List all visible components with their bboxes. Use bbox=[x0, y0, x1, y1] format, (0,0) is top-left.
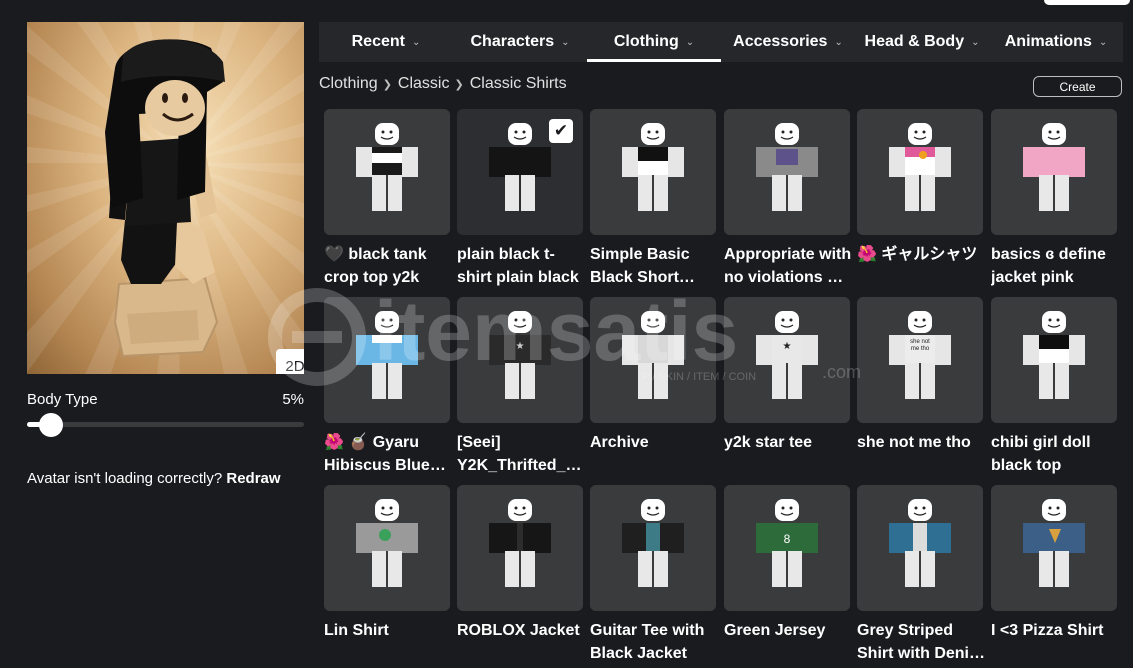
tab-label: Head & Body bbox=[864, 33, 965, 50]
svg-text:★: ★ bbox=[783, 341, 792, 352]
item-card[interactable]: 8 Green Jersey bbox=[724, 485, 850, 642]
tab-head-body[interactable]: Head & Body ⌄ bbox=[855, 22, 989, 62]
chevron-down-icon: ⌄ bbox=[1098, 36, 1108, 48]
item-name[interactable]: Appropriate with no violations at all bbox=[724, 243, 852, 289]
item-name[interactable]: I <3 Pizza Shirt bbox=[991, 619, 1119, 642]
item-thumbnail[interactable] bbox=[590, 109, 716, 235]
item-thumbnail[interactable] bbox=[590, 485, 716, 611]
item-thumbnail[interactable] bbox=[324, 109, 450, 235]
item-name[interactable]: Simple Basic Black Short Sleeve bbox=[590, 243, 718, 289]
item-card[interactable]: Guitar Tee with Black Jacket bbox=[590, 485, 716, 665]
chevron-down-icon: ⌄ bbox=[411, 36, 421, 48]
tab-animations[interactable]: Animations ⌄ bbox=[989, 22, 1123, 62]
tab-label: Clothing bbox=[613, 33, 679, 50]
tab-characters[interactable]: Characters ⌄ bbox=[453, 22, 587, 62]
chevron-down-icon: ⌄ bbox=[834, 36, 843, 48]
item-name[interactable]: 🌺 ギャルシャツ bbox=[857, 243, 985, 266]
item-name[interactable]: y2k star tee bbox=[724, 431, 852, 454]
top-corner-element bbox=[1044, 0, 1130, 5]
body-type-slider[interactable] bbox=[27, 413, 304, 437]
item-thumbnail[interactable] bbox=[857, 485, 983, 611]
avatar-figure bbox=[105, 39, 225, 358]
tab-recent[interactable]: Recent ⌄ bbox=[319, 22, 453, 62]
item-name[interactable]: [Seei] Y2K_Thrifted_Star bbox=[457, 431, 585, 477]
tab-accessories[interactable]: Accessories ⌄ bbox=[721, 22, 855, 62]
item-name[interactable]: ROBLOX Jacket bbox=[457, 619, 585, 642]
item-name[interactable]: chibi girl doll black top bbox=[991, 431, 1119, 477]
item-card[interactable]: ROBLOX Jacket bbox=[457, 485, 583, 642]
item-card[interactable]: 🖤 black tank crop top y2k bbox=[324, 109, 450, 289]
chevron-right-icon: ❯ bbox=[382, 78, 392, 91]
chevron-down-icon: ⌄ bbox=[561, 36, 570, 48]
category-tabs: Recent ⌄ Characters ⌄ Clothing ⌄ Accessories ⌄ H… bbox=[319, 22, 1123, 62]
item-thumbnail[interactable] bbox=[991, 109, 1117, 235]
item-card[interactable]: Appropriate with no violations at all bbox=[724, 109, 852, 289]
checkmark-icon[interactable]: ✔ bbox=[549, 119, 573, 143]
item-card[interactable]: ★ [Seei] Y2K_Thrifted_Star bbox=[457, 297, 583, 477]
item-thumbnail[interactable] bbox=[857, 109, 983, 235]
item-thumbnail[interactable] bbox=[324, 297, 450, 423]
chevron-right-icon: ❯ bbox=[454, 78, 464, 91]
item-thumbnail[interactable]: ★ bbox=[724, 297, 850, 423]
item-name[interactable]: Guitar Tee with Black Jacket bbox=[590, 619, 718, 665]
item-card[interactable]: Grey Striped Shirt with Denim Jacket bbox=[857, 485, 983, 665]
avatar-preview[interactable]: 2D bbox=[27, 22, 304, 374]
breadcrumb-item[interactable]: Classic bbox=[398, 75, 450, 93]
create-button[interactable]: Create bbox=[1033, 76, 1122, 97]
2d-view-button[interactable]: 2D bbox=[276, 349, 304, 374]
item-thumbnail[interactable] bbox=[590, 297, 716, 423]
svg-text:me tho: me tho bbox=[911, 346, 930, 352]
item-thumbnail[interactable] bbox=[991, 485, 1117, 611]
item-thumbnail[interactable] bbox=[457, 485, 583, 611]
item-card[interactable]: she not me tho she not me tho bbox=[857, 297, 983, 454]
item-thumbnail[interactable]: ★ bbox=[457, 297, 583, 423]
item-name[interactable]: Green Jersey bbox=[724, 619, 852, 642]
tab-label: Characters bbox=[470, 33, 555, 50]
svg-text:she not: she not bbox=[910, 339, 930, 345]
item-thumbnail[interactable] bbox=[991, 297, 1117, 423]
tab-label: Accessories bbox=[733, 33, 828, 50]
body-type-label: Body Type bbox=[27, 391, 98, 408]
tab-label: Animations bbox=[1004, 33, 1092, 50]
redraw-link[interactable]: Redraw bbox=[226, 470, 280, 487]
item-card[interactable]: chibi girl doll black top bbox=[991, 297, 1117, 477]
item-name[interactable]: she not me tho bbox=[857, 431, 985, 454]
breadcrumb-item: Classic Shirts bbox=[469, 75, 567, 92]
breadcrumb-item[interactable]: Clothing bbox=[319, 75, 378, 93]
svg-text:★: ★ bbox=[516, 341, 525, 352]
body-type-value: 5% bbox=[282, 391, 304, 408]
item-card[interactable]: 🌺 🧉 Gyaru Hibiscus Blue Top bbox=[324, 297, 450, 477]
item-name[interactable]: Grey Striped Shirt with Denim Jacket bbox=[857, 619, 985, 665]
svg-text:8: 8 bbox=[784, 532, 791, 546]
item-thumbnail[interactable]: she not me tho bbox=[857, 297, 983, 423]
item-card[interactable]: 🌺 ギャルシャツ bbox=[857, 109, 983, 266]
tab-clothing[interactable]: Clothing ⌄ bbox=[587, 22, 721, 62]
redraw-row: Avatar isn't loading correctly? Redraw bbox=[27, 470, 281, 487]
breadcrumb: Clothing ❯ Classic ❯ Classic Shirts bbox=[319, 75, 567, 93]
chevron-down-icon: ⌄ bbox=[685, 36, 695, 48]
item-card[interactable]: I <3 Pizza Shirt bbox=[991, 485, 1117, 642]
item-thumbnail[interactable] bbox=[324, 485, 450, 611]
item-card[interactable]: Archive bbox=[590, 297, 716, 454]
item-card[interactable]: Simple Basic Black Short Sleeve bbox=[590, 109, 716, 289]
item-name[interactable]: Archive bbox=[590, 431, 718, 454]
item-card[interactable]: basics ɞ define jacket pink bbox=[991, 109, 1117, 289]
item-thumbnail[interactable]: 8 bbox=[724, 485, 850, 611]
body-type-slider-thumb[interactable] bbox=[39, 413, 63, 437]
item-name[interactable]: plain black t-shirt plain black bbox=[457, 243, 585, 289]
item-thumbnail[interactable] bbox=[724, 109, 850, 235]
redraw-prompt: Avatar isn't loading correctly? bbox=[27, 470, 223, 487]
item-card[interactable]: Lin Shirt bbox=[324, 485, 450, 642]
item-card[interactable]: ✔ plain black t-shirt plain black bbox=[457, 109, 583, 289]
item-name[interactable]: 🌺 🧉 Gyaru Hibiscus Blue Top bbox=[324, 431, 452, 477]
chevron-down-icon: ⌄ bbox=[971, 36, 980, 48]
item-card[interactable]: ★ y2k star tee bbox=[724, 297, 850, 454]
item-name[interactable]: basics ɞ define jacket pink bbox=[991, 243, 1119, 289]
tab-label: Recent bbox=[351, 33, 405, 50]
item-name[interactable]: 🖤 black tank crop top y2k bbox=[324, 243, 452, 289]
item-name[interactable]: Lin Shirt bbox=[324, 619, 452, 642]
item-thumbnail[interactable]: ✔ bbox=[457, 109, 583, 235]
